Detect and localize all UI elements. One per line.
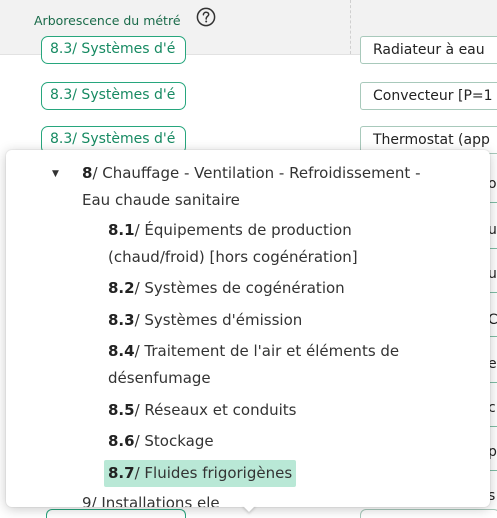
tree-node-label: / Traitement de l'air et éléments de dés… [108, 342, 400, 387]
tree-node-8-7-selected[interactable]: 8.7/ Fluides frigorigènes [104, 460, 297, 487]
tree-node-8[interactable]: 8/ Chauffage - Ventilation - Refroidisse… [82, 160, 452, 214]
tree-node-8-3[interactable]: 8.3/ Systèmes d'émission [108, 307, 438, 334]
tree-node-label: / Réseaux et conduits [134, 401, 297, 419]
tree-node-code: 8 [82, 164, 93, 182]
tree-node-label: / Systèmes d'émission [134, 311, 303, 329]
tree-node-8-6[interactable]: 8.6/ Stockage [108, 428, 438, 455]
tree-node-code: 8.6 [108, 432, 135, 450]
question-circle-icon[interactable] [196, 7, 216, 27]
column-header-title: Arborescence du métré [34, 13, 181, 28]
item-cell[interactable]: Convecteur [P=1 [360, 82, 497, 110]
tree-node-label: / Chauffage - Ventilation - Refroidissem… [82, 164, 421, 209]
tree-node-code: 8.2 [108, 279, 135, 297]
tree-node-code: 8.3 [108, 311, 135, 329]
category-chip[interactable]: 8.3/ Systèmes d'é [41, 36, 186, 64]
tree-node-8-4[interactable]: 8.4/ Traitement de l'air et éléments de … [108, 338, 438, 392]
tree-node-label: / Systèmes de cogénération [134, 279, 345, 297]
tree-node-code: 8.1 [108, 221, 135, 239]
tree-node-8-1[interactable]: 8.1/ Équipements de production (chaud/fr… [108, 217, 438, 271]
caret-down-icon[interactable]: ▼ [52, 169, 59, 179]
item-cell[interactable]: Radiateur à eau [360, 36, 497, 64]
tree-node-9-peek[interactable]: 9/ Installations ele [82, 490, 220, 507]
tree-node-8-5[interactable]: 8.5/ Réseaux et conduits [108, 397, 438, 424]
category-chip-edge [46, 509, 186, 518]
tree-node-8-2[interactable]: 8.2/ Systèmes de cogénération [108, 275, 438, 302]
popup-pointer [242, 505, 256, 512]
tree-node-code: 8.7 [108, 464, 135, 482]
column-divider [350, 0, 351, 54]
tree-node-label: / Fluides frigorigènes [134, 464, 293, 482]
tree-node-code: 8.5 [108, 401, 135, 419]
category-chip[interactable]: 8.3/ Systèmes d'é [41, 82, 186, 110]
item-cell-edge [360, 509, 497, 518]
tree-node-code: 8.4 [108, 342, 135, 360]
tree-node-label: / Stockage [134, 432, 214, 450]
tree-node-label: / Équipements de production (chaud/froid… [108, 221, 358, 266]
